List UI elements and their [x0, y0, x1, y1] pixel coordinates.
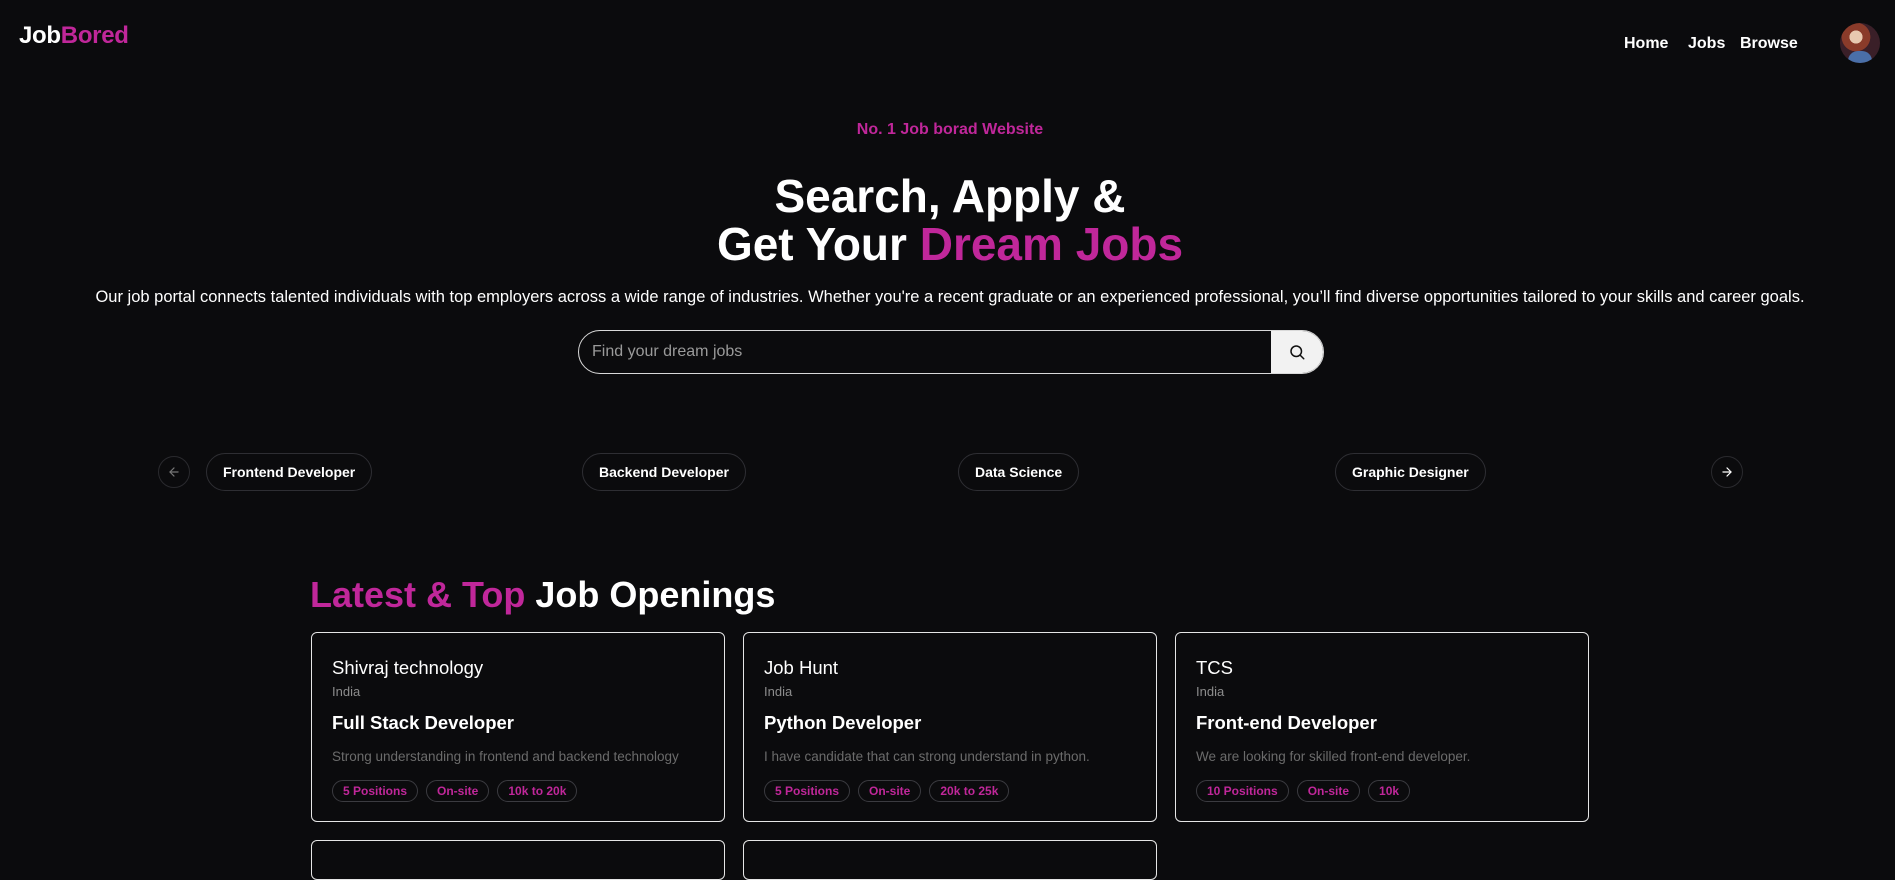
job-title: Full Stack Developer	[332, 712, 514, 733]
job-type-badge: On-site	[1296, 780, 1361, 802]
salary-badge: 20k to 25k	[929, 780, 1010, 802]
job-card[interactable]	[743, 840, 1157, 880]
job-badges: 10 Positions On-site 10k	[1196, 780, 1411, 802]
job-location: India	[1196, 684, 1225, 699]
brand-logo[interactable]: JobBored	[19, 22, 129, 50]
nav-browse-link[interactable]: Browse	[1740, 35, 1798, 53]
job-card[interactable]	[311, 840, 725, 880]
category-chip-data-science[interactable]: Data Science	[958, 453, 1080, 491]
job-type-badge: On-site	[426, 780, 490, 802]
salary-badge: 10k	[1368, 780, 1411, 802]
hero-description: Our job portal connects talented individ…	[95, 288, 1805, 306]
hero-tagline: No. 1 Job borad Website	[856, 121, 1044, 138]
positions-badge: 5 Positions	[332, 780, 419, 802]
job-description: We are looking for skilled front-end dev…	[1196, 749, 1471, 764]
job-description: Strong understanding in frontend and bac…	[332, 749, 679, 764]
hero-headline-line2: Get Your Dream Jobs	[0, 220, 1895, 268]
nav-jobs-link[interactable]: Jobs	[1688, 35, 1725, 53]
job-card[interactable]: Shivraj technology India Full Stack Deve…	[311, 632, 725, 822]
hero-headline-accent: Dream Jobs	[919, 218, 1184, 270]
job-description: I have candidate that can strong underst…	[764, 749, 1090, 764]
job-company: Shivraj technology	[332, 657, 484, 678]
salary-badge: 10k to 20k	[497, 780, 578, 802]
user-avatar[interactable]	[1840, 23, 1880, 63]
job-company: TCS	[1196, 657, 1233, 678]
positions-badge: 5 Positions	[764, 780, 851, 802]
hero-headline-line2-pre: Get Your	[716, 218, 920, 270]
job-card[interactable]: Job Hunt India Python Developer I have c…	[743, 632, 1157, 822]
job-location: India	[332, 684, 361, 699]
search-bar	[578, 330, 1324, 374]
latest-jobs-title-accent: Latest & Top	[310, 574, 526, 615]
category-chip-graphic-designer[interactable]: Graphic Designer	[1335, 453, 1486, 491]
avatar-shirt	[1848, 51, 1872, 63]
search-button[interactable]	[1271, 331, 1323, 373]
category-chip-backend[interactable]: Backend Developer	[582, 453, 746, 491]
job-card[interactable]: TCS India Front-end Developer We are loo…	[1175, 632, 1589, 822]
job-type-badge: On-site	[858, 780, 922, 802]
brand-logo-part1: Job	[19, 22, 61, 49]
job-location: India	[764, 684, 793, 699]
positions-badge: 10 Positions	[1196, 780, 1289, 802]
nav-home-link[interactable]: Home	[1624, 35, 1668, 53]
job-company: Job Hunt	[764, 657, 839, 678]
job-title: Python Developer	[764, 712, 922, 733]
search-icon	[1290, 345, 1305, 360]
hero-headline: Search, Apply & Get Your Dream Jobs	[0, 172, 1895, 268]
job-badges: 5 Positions On-site 10k to 20k	[332, 780, 578, 802]
carousel-prev-button[interactable]	[158, 456, 190, 488]
brand-logo-part2: Bored	[60, 22, 129, 49]
latest-jobs-title: Latest & Top Job Openings	[310, 574, 775, 616]
category-chip-frontend[interactable]: Frontend Developer	[206, 453, 373, 491]
job-title: Front-end Developer	[1196, 712, 1377, 733]
carousel-next-button[interactable]	[1711, 456, 1743, 488]
arrow-left-icon	[169, 467, 179, 477]
hero-headline-line1: Search, Apply &	[774, 170, 1126, 222]
job-badges: 5 Positions On-site 20k to 25k	[764, 780, 1010, 802]
search-input[interactable]	[579, 331, 1272, 373]
latest-jobs-title-rest: Job Openings	[525, 574, 776, 615]
arrow-right-icon	[1722, 467, 1732, 477]
